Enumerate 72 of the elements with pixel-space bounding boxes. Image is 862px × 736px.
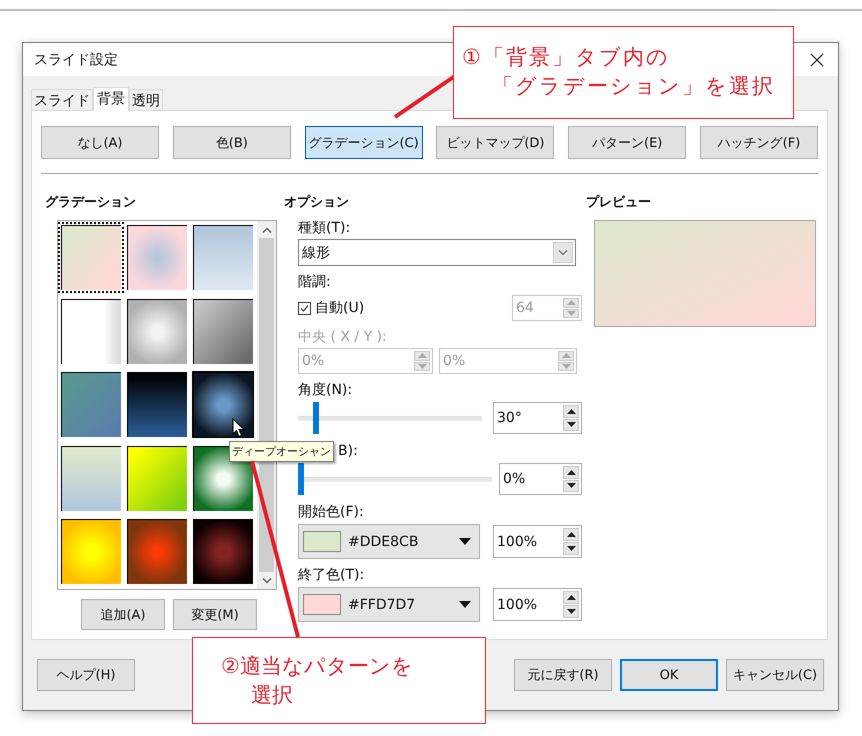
section-heading: グラデーション: [44, 194, 137, 212]
spin-field[interactable]: 100%: [493, 525, 582, 558]
callout-text: ①「背景」タブ内の: [462, 44, 671, 71]
up-arrow-icon: [562, 353, 570, 358]
field-label: 種類(T):: [298, 219, 352, 238]
gradient-swatch[interactable]: [124, 222, 190, 293]
button[interactable]: 追加(A): [81, 599, 165, 630]
window-title: スライド設定: [34, 50, 118, 68]
up-chevron-icon: [262, 226, 272, 232]
gradient-swatch[interactable]: [190, 516, 256, 587]
spin-field[interactable]: 30°: [493, 402, 582, 434]
fill-type-button[interactable]: ビットマップ(D): [436, 126, 554, 159]
tab[interactable]: 透明: [129, 89, 163, 110]
field-label: 終了色(T):: [298, 566, 366, 585]
callout-text: 選択: [250, 682, 294, 709]
down-arrow-icon: [566, 483, 576, 488]
up-arrow-icon: [566, 470, 576, 475]
fill-type-button[interactable]: 色(B): [172, 126, 291, 159]
button[interactable]: OK: [620, 659, 718, 691]
field-label: 角度(N):: [298, 381, 354, 400]
up-arrow-icon: [566, 408, 576, 414]
spin-field[interactable]: 0%: [499, 463, 582, 495]
close-icon: [810, 52, 824, 66]
gradient-swatch[interactable]: [58, 369, 124, 440]
color-dropdown[interactable]: #DDE8CB: [298, 524, 480, 559]
color-dropdown[interactable]: #FFD7D7: [298, 587, 480, 622]
callout-text: ②適当なパターンを: [221, 653, 414, 680]
down-chevron-icon: [262, 578, 272, 584]
section-heading: オプション: [284, 194, 350, 212]
down-arrow-icon: [562, 364, 570, 369]
field-label: 中央 ( X / Y ):: [298, 328, 388, 347]
field-label: B):: [338, 442, 359, 461]
gradient-swatch[interactable]: [58, 516, 124, 587]
field-label: 階調:: [298, 273, 332, 292]
gradient-swatch[interactable]: [124, 516, 190, 587]
gradient-swatch[interactable]: [190, 222, 256, 293]
button[interactable]: キャンセル(C): [726, 659, 824, 691]
down-arrow-icon: [418, 364, 426, 369]
gradient-swatch[interactable]: [190, 369, 256, 440]
chevron-down-icon: [558, 250, 568, 256]
callout-text: 「グラデーション」を選択: [491, 73, 776, 100]
field-label: 開始色(F):: [298, 503, 365, 522]
button[interactable]: ヘルプ(H): [37, 659, 135, 691]
dropdown-arrow-icon: [459, 538, 471, 545]
slider-thumb[interactable]: [298, 463, 304, 495]
gradient-swatch[interactable]: [124, 369, 190, 440]
scrollbar[interactable]: [257, 221, 276, 589]
section-heading: プレビュー: [585, 194, 652, 212]
fill-type-button[interactable]: ハッチング(F): [700, 126, 818, 159]
slider-thumb[interactable]: [312, 402, 319, 434]
up-arrow-icon: [566, 300, 576, 306]
spin-field[interactable]: 100%: [493, 588, 582, 621]
up-arrow-icon: [566, 595, 576, 600]
tooltip: ディープオーシャン: [229, 441, 334, 462]
down-arrow-icon: [566, 609, 576, 614]
fill-type-button[interactable]: パターン(E): [568, 126, 686, 159]
cursor-icon: [232, 418, 246, 438]
button[interactable]: 元に戻す(R): [514, 659, 612, 691]
gradient-swatch[interactable]: [58, 222, 124, 293]
down-arrow-icon: [566, 546, 576, 551]
fill-type-button[interactable]: グラデーション(C): [304, 126, 423, 159]
up-arrow-icon: [566, 532, 576, 537]
down-arrow-icon: [566, 422, 576, 428]
down-arrow-icon: [566, 310, 576, 316]
auto-checkbox[interactable]: 自動(U): [298, 299, 364, 317]
tab[interactable]: スライド: [31, 89, 93, 110]
fill-type-button[interactable]: なし(A): [41, 126, 159, 159]
dropdown-arrow-icon: [459, 601, 471, 608]
type-dropdown[interactable]: 線形: [298, 239, 576, 266]
up-arrow-icon: [418, 353, 426, 358]
tab[interactable]: 背景: [93, 87, 129, 111]
button[interactable]: 変更(M): [173, 599, 257, 630]
